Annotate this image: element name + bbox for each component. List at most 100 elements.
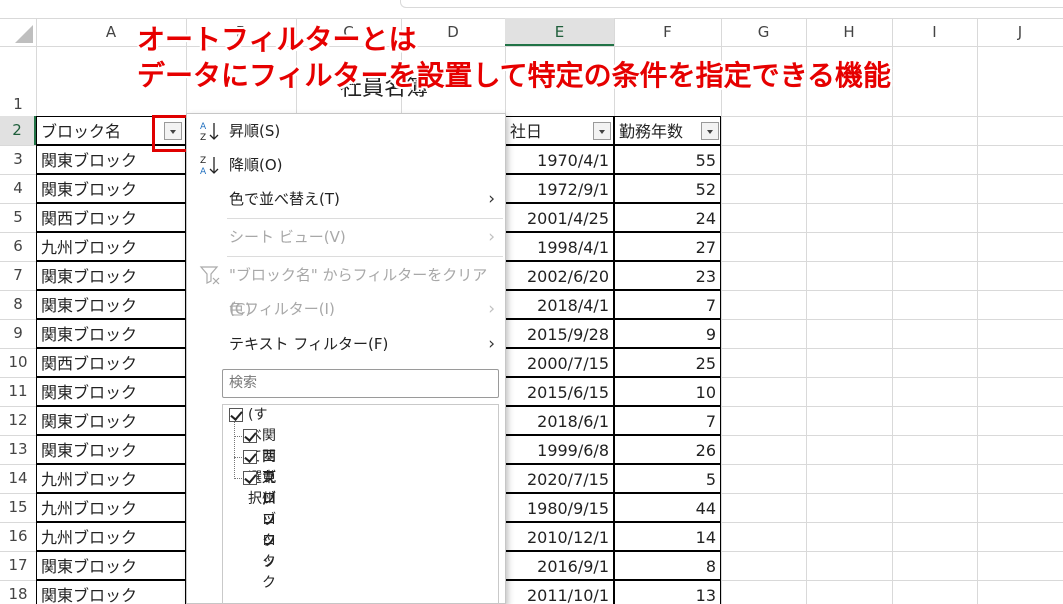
cell-date[interactable]: 2018/6/1 <box>505 406 614 435</box>
cell-block[interactable]: 関西ブロック <box>36 348 186 377</box>
row-header-3[interactable]: 3 <box>0 145 36 174</box>
annotation-title: オートフィルターとは <box>137 23 417 56</box>
window-top-strip <box>0 0 1063 18</box>
sort-ascending-icon: A Z <box>200 122 219 142</box>
column-header-e[interactable]: E <box>505 18 614 46</box>
row-header-17[interactable]: 17 <box>0 551 36 580</box>
select-all-corner[interactable] <box>0 18 36 46</box>
row-header-11[interactable]: 11 <box>0 377 36 406</box>
cell-years[interactable]: 26 <box>614 435 721 464</box>
cell-block[interactable]: 九州ブロック <box>36 493 186 522</box>
chevron-right-icon: › <box>488 334 495 354</box>
cell-date[interactable]: 1970/4/1 <box>505 145 614 174</box>
cell-date[interactable]: 1998/4/1 <box>505 232 614 261</box>
row-header-7[interactable]: 7 <box>0 261 36 290</box>
cell-years[interactable]: 8 <box>614 551 721 580</box>
cell-block[interactable]: 九州ブロック <box>36 464 186 493</box>
column-header-h[interactable]: H <box>806 18 892 46</box>
chevron-right-icon: › <box>488 227 495 247</box>
color-filter-item: 色フィルター(I) › <box>187 292 505 326</box>
checkbox-checked[interactable] <box>243 471 257 485</box>
tree-connector <box>234 478 242 479</box>
cell-years[interactable]: 14 <box>614 522 721 551</box>
column-header-i[interactable]: I <box>892 18 977 46</box>
text-filter-item[interactable]: テキスト フィルター(F) › <box>187 327 505 361</box>
row-header-4[interactable]: 4 <box>0 174 36 203</box>
cell-date[interactable]: 2015/6/15 <box>505 377 614 406</box>
row-header-18[interactable]: 18 <box>0 580 36 604</box>
row-header-2[interactable]: 2 <box>0 116 36 145</box>
tree-connector <box>234 415 235 479</box>
checkbox-checked[interactable] <box>229 408 243 422</box>
search-placeholder: 検索 <box>229 375 257 391</box>
cell-block[interactable]: 関東ブロック <box>36 435 186 464</box>
cell-date[interactable]: 1972/9/1 <box>505 174 614 203</box>
cell-block[interactable]: 関東ブロック <box>36 551 186 580</box>
row-header-13[interactable]: 13 <box>0 435 36 464</box>
column-header-j[interactable]: J <box>977 18 1063 46</box>
cell-years[interactable]: 23 <box>614 261 721 290</box>
cell-date[interactable]: 2015/9/28 <box>505 319 614 348</box>
svg-text:A: A <box>200 122 207 132</box>
sheet-view-item: シート ビュー(V) › <box>187 220 505 254</box>
row-header-8[interactable]: 8 <box>0 290 36 319</box>
row-header-15[interactable]: 15 <box>0 493 36 522</box>
cell-years[interactable]: 44 <box>614 493 721 522</box>
cell-years[interactable]: 9 <box>614 319 721 348</box>
row-header-10[interactable]: 10 <box>0 348 36 377</box>
cell-years[interactable]: 10 <box>614 377 721 406</box>
checkbox-checked[interactable] <box>243 429 257 443</box>
cell-date[interactable]: 2010/12/1 <box>505 522 614 551</box>
cell-years[interactable]: 7 <box>614 290 721 319</box>
cell-date[interactable]: 1999/6/8 <box>505 435 614 464</box>
column-header-f[interactable]: F <box>614 18 721 46</box>
cell-years[interactable]: 7 <box>614 406 721 435</box>
row-header-12[interactable]: 12 <box>0 406 36 435</box>
row-header-1[interactable]: 1 <box>0 92 36 116</box>
row-header-16[interactable]: 16 <box>0 522 36 551</box>
cell-years[interactable]: 24 <box>614 203 721 232</box>
cell-years[interactable]: 52 <box>614 174 721 203</box>
cell-block[interactable]: 関東ブロック <box>36 174 186 203</box>
cell-block[interactable]: 九州ブロック <box>36 232 186 261</box>
row-header-5[interactable]: 5 <box>0 203 36 232</box>
cell-years[interactable]: 13 <box>614 580 721 604</box>
cell-years[interactable]: 27 <box>614 232 721 261</box>
filter-dropdown-button-years[interactable] <box>701 122 719 140</box>
row-header-6[interactable]: 6 <box>0 232 36 261</box>
cell-date[interactable]: 2020/7/15 <box>505 464 614 493</box>
column-header-g[interactable]: G <box>721 18 806 46</box>
row-header-9[interactable]: 9 <box>0 319 36 348</box>
search-input[interactable]: 検索 <box>222 369 499 398</box>
cell-date[interactable]: 2000/7/15 <box>505 348 614 377</box>
cell-date[interactable]: 2018/4/1 <box>505 290 614 319</box>
sort-ascending-label: 昇順(S) <box>229 122 281 140</box>
cell-block[interactable]: 関西ブロック <box>36 203 186 232</box>
cell-years[interactable]: 5 <box>614 464 721 493</box>
filter-dropdown-button-date[interactable] <box>593 122 611 140</box>
chevron-down-icon <box>707 130 713 134</box>
sort-by-color-item[interactable]: 色で並べ替え(T) › <box>187 182 505 216</box>
cell-block[interactable]: 関東ブロック <box>36 319 186 348</box>
cell-block[interactable]: 関東ブロック <box>36 580 186 604</box>
cell-years[interactable]: 55 <box>614 145 721 174</box>
cell-block[interactable]: 関東ブロック <box>36 290 186 319</box>
sort-ascending-item[interactable]: A Z 昇順(S) <box>187 114 505 148</box>
clear-filter-item: "ブロック名" からフィルターをクリア(C) <box>187 258 505 318</box>
cell-block[interactable]: 九州ブロック <box>36 522 186 551</box>
sort-descending-item[interactable]: Z A 降順(O) <box>187 148 505 182</box>
cell-date[interactable]: 2002/6/20 <box>505 261 614 290</box>
cell-date[interactable]: 2016/9/1 <box>505 551 614 580</box>
checkbox-checked[interactable] <box>243 450 257 464</box>
color-filter-label: 色フィルター(I) <box>229 300 335 318</box>
column-header-d[interactable]: D <box>401 18 505 46</box>
cell-date[interactable]: 2001/4/25 <box>505 203 614 232</box>
cell-date[interactable]: 2011/10/1 <box>505 580 614 604</box>
cell-block[interactable]: 関東ブロック <box>36 261 186 290</box>
header-years-label: 勤務年数 <box>619 122 684 141</box>
row-header-14[interactable]: 14 <box>0 464 36 493</box>
cell-block[interactable]: 関東ブロック <box>36 406 186 435</box>
cell-years[interactable]: 25 <box>614 348 721 377</box>
cell-date[interactable]: 1980/9/15 <box>505 493 614 522</box>
cell-block[interactable]: 関東ブロック <box>36 377 186 406</box>
